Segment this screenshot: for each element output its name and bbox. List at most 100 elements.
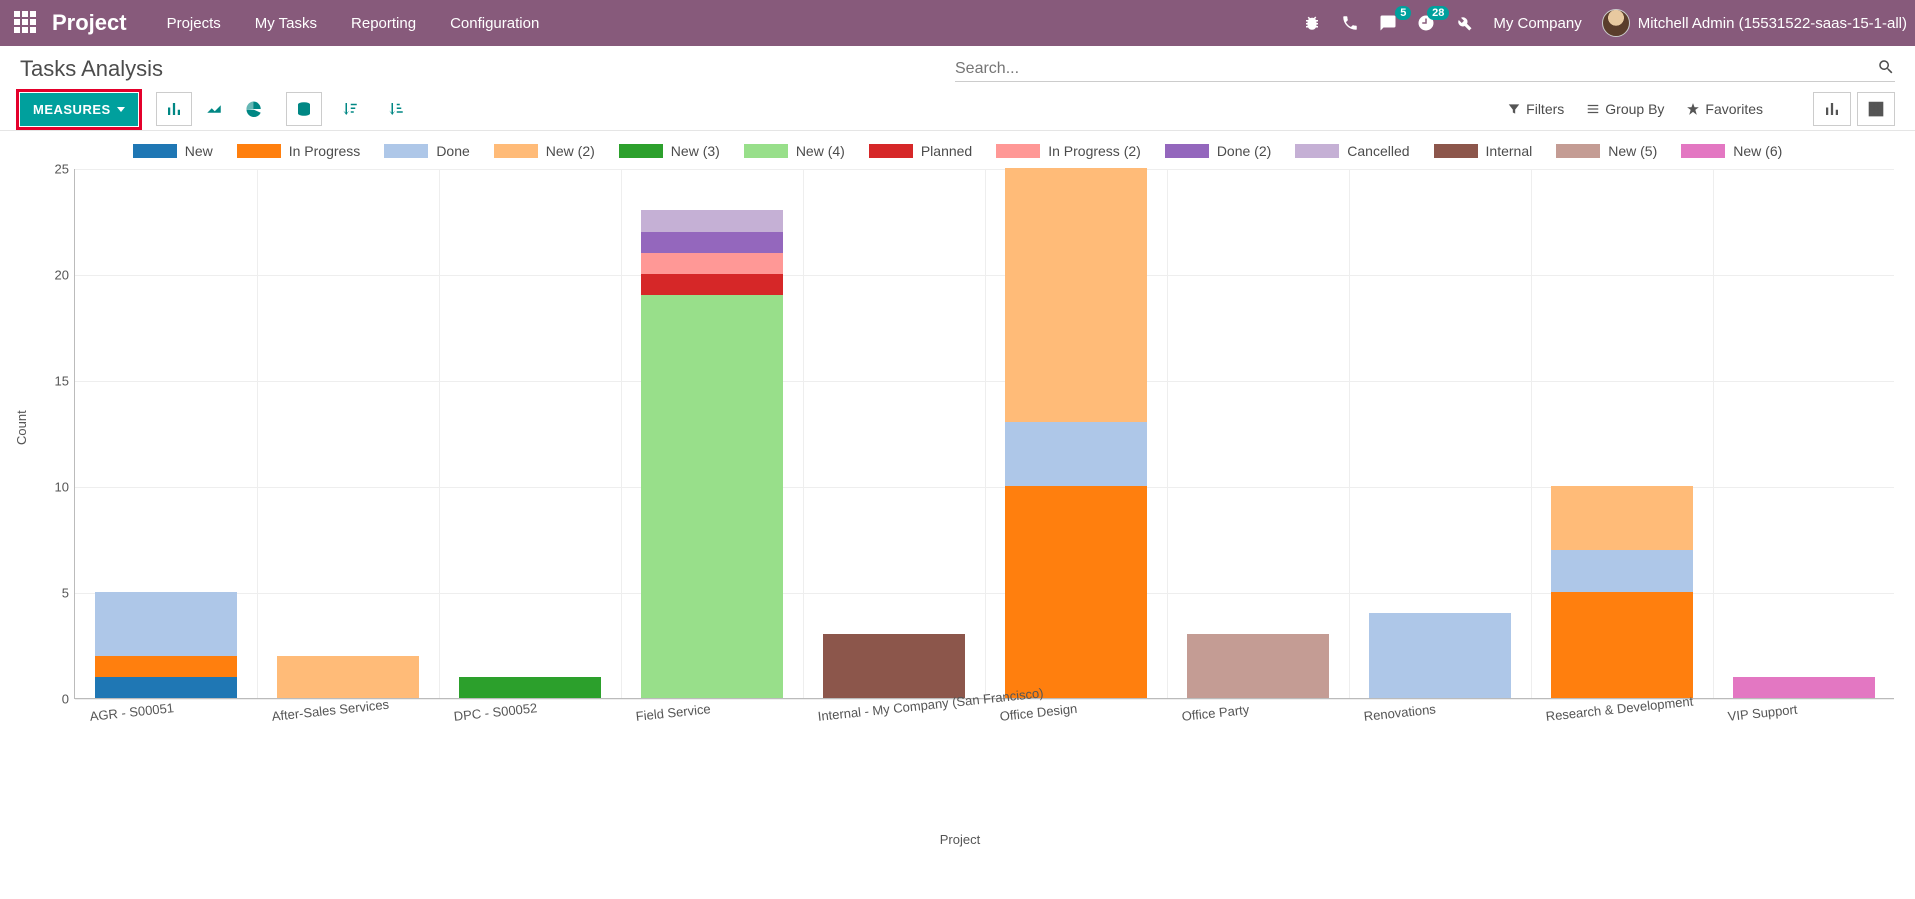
- app-brand[interactable]: Project: [52, 10, 127, 36]
- measures-button[interactable]: MEASURES: [20, 93, 138, 126]
- bar-segment[interactable]: [95, 656, 237, 677]
- user-name: Mitchell Admin (15531522-saas-15-1-all): [1638, 15, 1907, 32]
- legend-item[interactable]: Internal: [1434, 143, 1533, 159]
- bar-segment[interactable]: [1733, 677, 1875, 698]
- favorites-label: Favorites: [1705, 101, 1763, 117]
- legend-swatch: [494, 144, 538, 158]
- stacked-button[interactable]: [286, 92, 322, 126]
- bar-segment[interactable]: [823, 634, 965, 698]
- y-tick: 15: [41, 374, 69, 389]
- menu-configuration[interactable]: Configuration: [450, 15, 539, 32]
- legend-swatch: [619, 144, 663, 158]
- search-input[interactable]: [955, 60, 1877, 78]
- bar-segment[interactable]: [1551, 592, 1693, 698]
- legend-swatch: [1681, 144, 1725, 158]
- y-tick: 5: [41, 586, 69, 601]
- menu-projects[interactable]: Projects: [167, 15, 221, 32]
- x-tick: VIP Support: [1727, 702, 1798, 724]
- messaging-icon[interactable]: 5: [1379, 14, 1397, 32]
- bar-segment[interactable]: [1551, 486, 1693, 550]
- legend-swatch: [133, 144, 177, 158]
- filters-button[interactable]: Filters: [1507, 101, 1564, 117]
- legend-label: Done (2): [1217, 143, 1271, 159]
- legend-item[interactable]: New (4): [744, 143, 845, 159]
- x-tick: DPC - S00052: [453, 700, 538, 724]
- company-switcher[interactable]: My Company: [1493, 15, 1581, 32]
- legend-swatch: [1295, 144, 1339, 158]
- legend-label: New (5): [1608, 143, 1657, 159]
- bar-segment[interactable]: [1005, 422, 1147, 486]
- search-bar[interactable]: [955, 56, 1895, 82]
- phone-icon[interactable]: [1341, 14, 1359, 32]
- legend-label: New (4): [796, 143, 845, 159]
- bar-chart-button[interactable]: [156, 92, 192, 126]
- legend-label: New: [185, 143, 213, 159]
- legend-swatch: [1434, 144, 1478, 158]
- sort-asc-button[interactable]: [378, 92, 414, 126]
- activities-badge: 28: [1427, 6, 1449, 20]
- pivot-view-button[interactable]: [1857, 92, 1895, 126]
- legend-label: New (2): [546, 143, 595, 159]
- search-icon[interactable]: [1877, 58, 1895, 79]
- legend-item[interactable]: Planned: [869, 143, 972, 159]
- bar-segment[interactable]: [641, 210, 783, 231]
- legend-swatch: [869, 144, 913, 158]
- legend-item[interactable]: New (6): [1681, 143, 1782, 159]
- legend-item[interactable]: In Progress (2): [996, 143, 1141, 159]
- bar-segment[interactable]: [1187, 634, 1329, 698]
- bar-segment[interactable]: [641, 232, 783, 253]
- bar-segment[interactable]: [1369, 613, 1511, 698]
- chart-plot[interactable]: 0510152025: [74, 169, 1894, 699]
- bug-icon[interactable]: [1303, 14, 1321, 32]
- legend-item[interactable]: New (5): [1556, 143, 1657, 159]
- bar-segment[interactable]: [641, 295, 783, 698]
- menu-reporting[interactable]: Reporting: [351, 15, 416, 32]
- bar-group[interactable]: [459, 677, 601, 698]
- bar-group[interactable]: [277, 656, 419, 698]
- graph-view-button[interactable]: [1813, 92, 1851, 126]
- bar-segment[interactable]: [1005, 168, 1147, 422]
- bar-group[interactable]: [823, 634, 965, 698]
- legend-item[interactable]: Done: [384, 143, 469, 159]
- bar-segment[interactable]: [459, 677, 601, 698]
- filters-label: Filters: [1526, 101, 1564, 117]
- bar-group[interactable]: [1005, 168, 1147, 698]
- menu-my-tasks[interactable]: My Tasks: [255, 15, 317, 32]
- groupby-button[interactable]: Group By: [1586, 101, 1664, 117]
- bar-segment[interactable]: [641, 274, 783, 295]
- legend-item[interactable]: Cancelled: [1295, 143, 1409, 159]
- apps-icon[interactable]: [14, 11, 38, 35]
- activities-icon[interactable]: 28: [1417, 14, 1435, 32]
- chart-legend: New In Progress Done New (2) New (3) New (4) P…: [0, 131, 1915, 165]
- bar-segment[interactable]: [95, 677, 237, 698]
- bar-segment[interactable]: [641, 253, 783, 274]
- bar-group[interactable]: [95, 592, 237, 698]
- x-tick: After-Sales Services: [271, 697, 390, 724]
- sort-desc-button[interactable]: [332, 92, 368, 126]
- x-axis-label: Project: [940, 832, 980, 847]
- bar-segment[interactable]: [1551, 550, 1693, 592]
- bar-group[interactable]: [1733, 677, 1875, 698]
- bar-group[interactable]: [641, 210, 783, 698]
- user-menu[interactable]: Mitchell Admin (15531522-saas-15-1-all): [1602, 9, 1907, 37]
- legend-item[interactable]: New: [133, 143, 213, 159]
- legend-swatch: [384, 144, 428, 158]
- line-chart-button[interactable]: [196, 92, 232, 126]
- bar-group[interactable]: [1187, 634, 1329, 698]
- bar-segment[interactable]: [277, 656, 419, 698]
- legend-label: Cancelled: [1347, 143, 1409, 159]
- topbar: Project Projects My Tasks Reporting Conf…: [0, 0, 1915, 46]
- favorites-button[interactable]: Favorites: [1686, 101, 1763, 117]
- pie-chart-button[interactable]: [236, 92, 272, 126]
- legend-item[interactable]: Done (2): [1165, 143, 1271, 159]
- bar-group[interactable]: [1369, 613, 1511, 698]
- bar-segment[interactable]: [1005, 486, 1147, 698]
- y-tick: 25: [41, 162, 69, 177]
- legend-label: Planned: [921, 143, 972, 159]
- tools-icon[interactable]: [1455, 14, 1473, 32]
- legend-item[interactable]: New (3): [619, 143, 720, 159]
- bar-group[interactable]: [1551, 486, 1693, 698]
- legend-item[interactable]: New (2): [494, 143, 595, 159]
- bar-segment[interactable]: [95, 592, 237, 656]
- legend-item[interactable]: In Progress: [237, 143, 361, 159]
